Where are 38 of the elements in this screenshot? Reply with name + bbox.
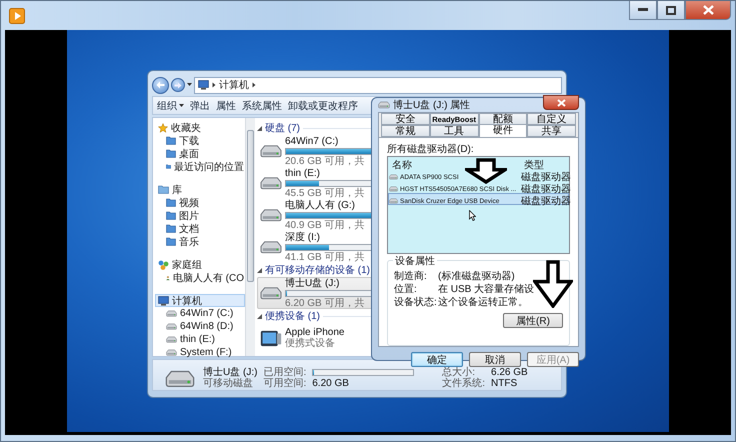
device-type: 磁盘驱动器: [521, 195, 571, 208]
group-header: 有可移动存储的设备 (1): [265, 264, 370, 277]
group-header: 便携设备 (1): [265, 310, 320, 323]
item-name: 博士U盘 (J:): [285, 278, 340, 288]
property-value: (标准磁盘驱动器): [438, 270, 516, 283]
group-header: 硬盘 (7): [265, 122, 300, 135]
drive-name: 博士U盘 (J:): [203, 367, 258, 378]
total-size-value: 6.26 GB: [491, 367, 528, 378]
item-name: 电脑人人有 (G:): [285, 200, 355, 210]
item-info: 45.5 GB 可用，共: [285, 188, 364, 198]
property-label: 设备状态:: [394, 296, 438, 309]
item-info: 6.20 GB 可用，共: [285, 298, 364, 308]
drive-type: 可移动磁盘: [203, 378, 254, 389]
item-info: 41.1 GB 可用，共: [285, 252, 364, 262]
dialog-title: 博士U盘 (J:) 属性: [393, 98, 470, 112]
file-system-label: 文件系统:: [442, 378, 486, 389]
free-space-label: 可用空间:: [263, 378, 306, 389]
device-type: 磁盘驱动器: [521, 183, 571, 196]
item-name: Apple iPhone: [285, 327, 344, 338]
item-info: 20.6 GB 可用，共: [285, 156, 364, 166]
property-label: 位置:: [394, 282, 418, 296]
item-name: thin (E:): [285, 168, 320, 178]
item-name: 深度 (I:): [285, 232, 320, 242]
item-info: 便携式设备: [285, 338, 335, 349]
column-header: 名称: [391, 159, 412, 172]
column-header: 类型: [523, 158, 544, 172]
file-system-value: NTFS: [491, 378, 518, 389]
total-size-label: 总大小:: [442, 367, 476, 378]
item-info: 40.9 GB 可用，共: [285, 220, 364, 230]
property-value: 这个设备运转正常。: [438, 296, 529, 309]
list-label: 所有磁盘驱动器(D):: [387, 142, 475, 154]
group-title: 设备属性: [393, 254, 437, 268]
used-space-label: 已用空间:: [263, 367, 306, 378]
free-space-value: 6.20 GB: [312, 378, 350, 389]
device-type: 磁盘驱动器: [521, 171, 571, 184]
item-name: 64Win7 (C:): [285, 136, 338, 146]
property-label: 制造商:: [394, 270, 428, 283]
property-value: 在 USB 大容量存储设: [438, 282, 536, 296]
